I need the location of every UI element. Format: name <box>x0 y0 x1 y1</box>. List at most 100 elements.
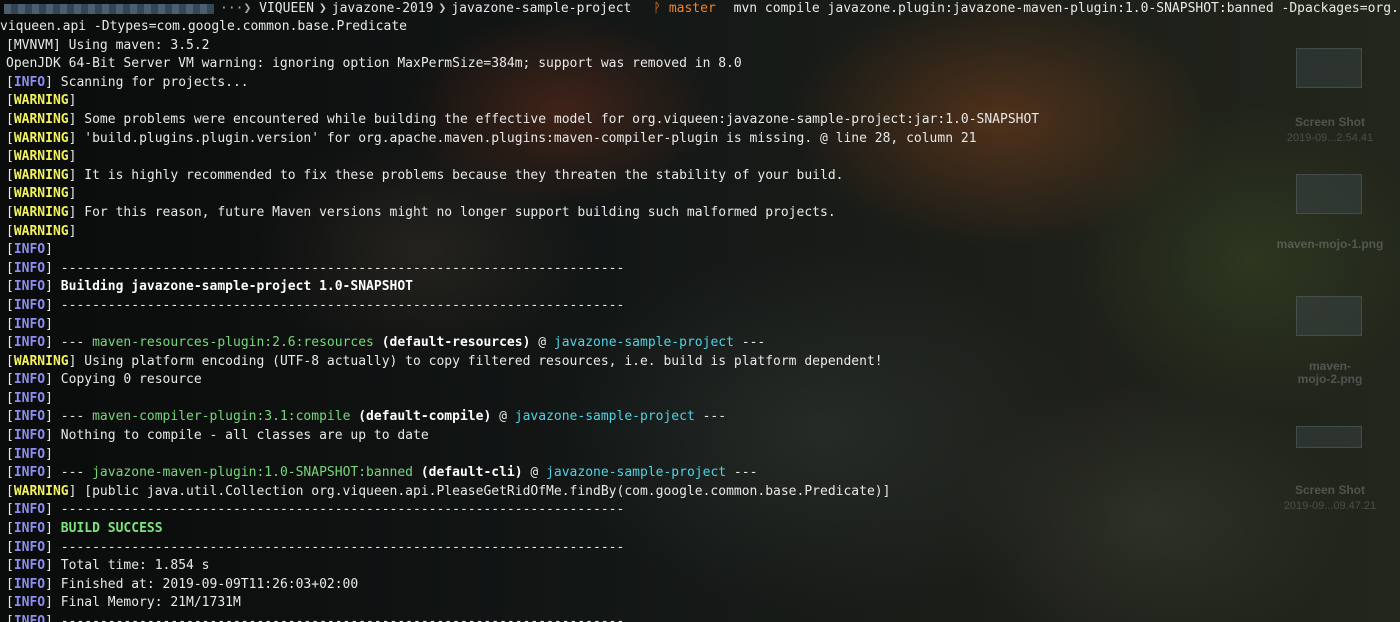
log-level-warning: WARNING <box>13 111 69 127</box>
level-bracket-close: ] <box>68 93 77 109</box>
level-bracket-open: [ <box>6 74 14 90</box>
log-line: [INFO] ---------------------------------… <box>6 260 1396 279</box>
log-plugin-text: maven-resources-plugin:2.6:resources <box>92 335 374 351</box>
log-level-info: INFO <box>13 74 46 90</box>
log-line: [INFO] <box>6 316 1396 335</box>
level-bracket-open: [ <box>6 167 14 183</box>
log-level-info: INFO <box>13 297 46 313</box>
level-bracket-close: ] <box>45 446 53 462</box>
log-line: [INFO] Building javazone-sample-project … <box>6 278 1396 297</box>
log-text: ----------------------------------------… <box>52 539 625 555</box>
log-line: [WARNING] <box>6 185 1396 204</box>
log-text: --- <box>733 335 766 351</box>
log-level-warning: WARNING <box>13 186 69 202</box>
log-line: [INFO] ---------------------------------… <box>6 501 1396 520</box>
log-text: Copying 0 resource <box>52 372 202 388</box>
log-line: [INFO] --- maven-compiler-plugin:3.1:com… <box>6 408 1396 427</box>
log-text: Nothing to compile - all classes are up … <box>52 428 429 444</box>
log-line: OpenJDK 64-Bit Server VM warning: ignori… <box>6 55 1396 74</box>
level-bracket-open: [ <box>6 465 14 481</box>
log-text: It is highly recommended to fix these pr… <box>76 167 844 183</box>
command-text: viqueen.api -Dtypes=com.google.common.ba… <box>0 19 407 34</box>
log-level-info: INFO <box>13 595 46 611</box>
level-bracket-close: ] <box>45 242 53 258</box>
log-level-info: INFO <box>13 465 46 481</box>
level-bracket-open: [ <box>6 446 14 462</box>
level-bracket-close: ] <box>45 521 53 537</box>
log-line: [INFO] <box>6 446 1396 465</box>
level-bracket-close: ] <box>68 223 77 239</box>
level-bracket-close: ] <box>45 316 53 332</box>
terminal-window[interactable]: Screen Shot 2019-09...2.54.41 maven-mojo… <box>0 0 1400 622</box>
log-text: @ <box>530 335 554 351</box>
log-line: [WARNING] <box>6 223 1396 242</box>
log-plugin-text: javazone-maven-plugin:1.0-SNAPSHOT:banne… <box>92 465 414 481</box>
log-level-info: INFO <box>13 260 46 276</box>
log-level-warning: WARNING <box>13 353 69 369</box>
path-segment-project: javazone-sample-project <box>451 1 632 16</box>
log-line: [INFO] Final Memory: 21M/1731M <box>6 594 1396 613</box>
level-bracket-open: [ <box>6 558 14 574</box>
log-level-info: INFO <box>13 539 46 555</box>
path-lead-glyph: ···❯ <box>220 1 252 16</box>
level-bracket-open: [ <box>6 521 14 537</box>
log-success-text: BUILD SUCCESS <box>60 521 163 537</box>
level-bracket-open: [ <box>6 111 14 127</box>
log-level-info: INFO <box>13 428 46 444</box>
log-level-info: INFO <box>13 614 46 622</box>
log-text: ----------------------------------------… <box>52 502 625 518</box>
log-text: Using maven: 3.5.2 <box>60 37 210 53</box>
log-line: [INFO] ---------------------------------… <box>6 613 1396 622</box>
level-bracket-open: [ <box>6 372 14 388</box>
level-bracket-open: [ <box>6 335 14 351</box>
level-bracket-close: ] <box>45 539 53 555</box>
log-text: --- <box>726 465 758 481</box>
level-bracket-close: ] <box>45 595 53 611</box>
log-bold-text: (default-compile) <box>358 409 492 425</box>
level-bracket-open: [ <box>6 614 14 622</box>
level-bracket-open: [ <box>6 595 14 611</box>
log-line: [INFO] BUILD SUCCESS <box>6 520 1396 539</box>
level-bracket-close: ] <box>45 428 53 444</box>
log-level-info: INFO <box>13 242 46 258</box>
path-segment-workspace: VIQUEEN <box>259 1 314 16</box>
log-line: [INFO] Scanning for projects... <box>6 74 1396 93</box>
level-bracket-close: ] <box>68 186 77 202</box>
log-line: [INFO] Copying 0 resource <box>6 371 1396 390</box>
log-level-warning: WARNING <box>13 483 69 499</box>
path-segment-folder: javazone-2019 <box>331 1 434 16</box>
log-line: [WARNING] It is highly recommended to fi… <box>6 167 1396 186</box>
log-bold-text: Building javazone-sample-project 1.0-SNA… <box>60 279 413 295</box>
log-level-info: INFO <box>13 279 46 295</box>
log-line: [WARNING] <box>6 92 1396 111</box>
log-text: @ <box>491 409 515 425</box>
log-line: [INFO] <box>6 241 1396 260</box>
level-bracket-close: ] <box>45 409 53 425</box>
log-text: OpenJDK 64-Bit Server VM warning: ignori… <box>6 56 742 72</box>
git-branch-name: master <box>668 1 716 16</box>
log-line: [INFO] --- javazone-maven-plugin:1.0-SNA… <box>6 464 1396 483</box>
log-line: [WARNING] Some problems were encountered… <box>6 111 1396 130</box>
level-bracket-close: ] <box>45 297 53 313</box>
log-level-info: INFO <box>13 390 46 406</box>
level-bracket-open: [ <box>6 149 14 165</box>
log-text: --- <box>52 465 93 481</box>
level-bracket-open: [ <box>6 297 14 313</box>
level-bracket-close: ] <box>45 260 53 276</box>
level-bracket-open: [ <box>6 37 14 53</box>
level-bracket-close: ] <box>45 465 53 481</box>
level-bracket-open: [ <box>6 316 14 332</box>
log-line: [WARNING] <box>6 148 1396 167</box>
log-project-text: javazone-sample-project <box>514 409 695 425</box>
path-separator-icon: ❯ <box>438 1 447 16</box>
log-line: [INFO] --- maven-resources-plugin:2.6:re… <box>6 334 1396 353</box>
log-text: Finished at: 2019-09-09T11:26:03+02:00 <box>52 576 359 592</box>
command-text: mvn compile javazone.plugin:javazone-mav… <box>733 1 1399 16</box>
log-line: [MVNVM] Using maven: 3.5.2 <box>6 37 1396 56</box>
log-level-info: INFO <box>13 502 46 518</box>
log-level-info: INFO <box>13 558 46 574</box>
